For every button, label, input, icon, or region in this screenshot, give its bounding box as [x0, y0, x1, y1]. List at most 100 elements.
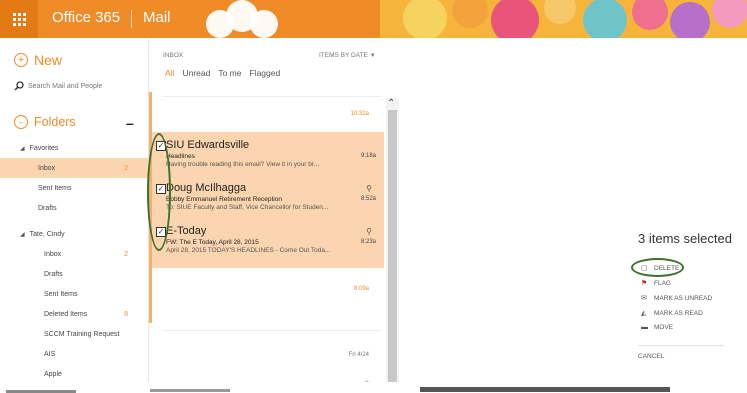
folder-account-tate-cindy[interactable]: ◢ Tate, Cindy [0, 224, 148, 244]
folder-label: Favorites [29, 144, 59, 152]
folder-inbox[interactable]: Inbox 2 [0, 244, 148, 264]
plus-circle-icon: + [14, 53, 28, 67]
folder-label: AIS [44, 350, 56, 358]
folder-label: Inbox [44, 250, 62, 258]
folder-label: Apple [44, 370, 62, 378]
list-item[interactable]: ✓ Doug McIlhagga Bobby Emmanuel Retireme… [152, 181, 384, 223]
header-decoration [206, 0, 747, 38]
divider [638, 345, 724, 346]
top-bar: Office 365 Mail [0, 0, 747, 38]
message-list-pane: INBOX ITEMS BY DATE ▼ All Unread To me F… [149, 38, 399, 393]
message-subject: FW: The E Today, April 28, 2015 [166, 239, 259, 246]
folder-label: Tate, Cindy [29, 230, 65, 238]
action-label: CANCEL [638, 353, 665, 360]
folder-label: SCCM Training Request [44, 330, 120, 338]
folder-inbox-favorite[interactable]: Inbox 2 [0, 158, 148, 178]
folder-icon: ▬ [641, 324, 648, 331]
folders-header[interactable]: ← Folders [14, 115, 76, 129]
divider [163, 330, 381, 331]
folder-deleted-items[interactable]: Deleted Items 8 [0, 304, 148, 324]
unread-count: 8 [124, 310, 128, 318]
message-time: 8:09a [353, 286, 369, 292]
folders-label: Folders [34, 115, 76, 129]
message-subject: Headlines [166, 153, 195, 160]
folder-sent-items-favorite[interactable]: Sent Items [0, 178, 148, 198]
flag-button[interactable]: ⚑ FLAG [641, 279, 671, 288]
move-button[interactable]: ▬ MOVE [641, 324, 673, 331]
cancel-button[interactable]: CANCEL [638, 353, 664, 360]
selection-count: 3 items selected [638, 231, 732, 246]
action-label: MOVE [654, 324, 674, 331]
expand-triangle-icon[interactable]: ◢ [20, 231, 25, 238]
envelope-icon: ✉ [641, 295, 647, 302]
filter-unread[interactable]: Unread [182, 68, 210, 78]
list-item[interactable]: ✓ E-Today FW: The E Today, April 28, 201… [152, 224, 384, 266]
message-time: 9:18a [360, 153, 376, 159]
collapse-folders-button[interactable]: – [126, 115, 134, 131]
header-separator [131, 10, 132, 28]
flag-icon: ⚑ [641, 280, 648, 287]
search-placeholder: Search Mail and People [28, 82, 103, 90]
action-label: FLAG [654, 279, 671, 287]
folder-drafts[interactable]: Drafts [0, 264, 148, 284]
folder-tree: ◢ Favorites Inbox 2 Sent Items Drafts ◢ … [0, 138, 148, 384]
annotation-oval-checkboxes [147, 133, 171, 251]
app-launcher-button[interactable] [0, 0, 38, 38]
unread-count: 2 [124, 250, 128, 258]
message-subject: Bobby Emmanuel Retirement Reception [166, 196, 282, 203]
sort-dropdown[interactable]: ITEMS BY DATE ▼ [319, 52, 376, 59]
folder-sent-items[interactable]: Sent Items [0, 284, 148, 304]
mark-as-unread-button[interactable]: ✉ MARK AS UNREAD [641, 294, 713, 303]
expand-triangle-icon[interactable]: ◢ [20, 145, 25, 152]
action-label: MARK AS READ [654, 309, 703, 317]
folder-label: Inbox [38, 164, 56, 172]
back-arrow-icon: ← [14, 115, 28, 129]
folder-apple[interactable]: Apple [0, 364, 148, 384]
new-button[interactable]: + New [14, 52, 62, 68]
cropped-content-fragments [6, 387, 670, 393]
folder-label: Drafts [44, 270, 63, 278]
annotation-oval-delete [631, 258, 684, 277]
mark-as-read-button[interactable]: ◭ MARK AS READ [641, 309, 703, 318]
list-item[interactable]: ✓ SIU Edwardsville Headlines Having trou… [152, 138, 384, 180]
message-preview: April 28, 2015 TODAY'S HEADLINES - Come … [166, 247, 331, 254]
office365-brand[interactable]: Office 365 [52, 9, 120, 26]
attachment-icon: ⚲ [366, 227, 372, 236]
reading-pane: 3 items selected ▢ DELETE ⚑ FLAG ✉ MARK … [400, 38, 747, 393]
search-icon [14, 81, 24, 91]
action-label: MARK AS UNREAD [654, 294, 713, 302]
cropped-bottom-strip [0, 382, 747, 393]
folder-sccm-training-request[interactable]: SCCM Training Request [0, 324, 148, 344]
scrollbar-thumb[interactable] [388, 110, 397, 393]
filter-flagged[interactable]: Flagged [250, 68, 281, 78]
folder-label: Sent Items [44, 290, 78, 298]
message-time: 8:52a [360, 196, 376, 202]
scroll-up-arrow-icon[interactable]: ⌃ [387, 98, 395, 109]
new-label: New [34, 52, 63, 68]
sender-name: Doug McIlhagga [166, 182, 247, 194]
folder-label: Deleted Items [44, 310, 88, 318]
message-preview: To: SIUE Faculty and Staff, Vice Chancel… [166, 204, 329, 211]
list-title: INBOX [163, 52, 184, 59]
folder-drafts-favorite[interactable]: Drafts [0, 198, 148, 218]
date-group-label: Fri 4/24 [348, 352, 369, 358]
open-envelope-icon: ◭ [641, 310, 647, 317]
folder-favorites[interactable]: ◢ Favorites [0, 138, 148, 158]
message-preview: Having trouble reading this email? View … [166, 161, 320, 168]
chevron-down-icon: ▼ [369, 53, 376, 59]
sender-name: E-Today [166, 225, 207, 237]
search-input[interactable]: Search Mail and People [14, 78, 136, 94]
unread-count: 2 [124, 164, 128, 172]
message-time: 10:32a [350, 111, 369, 117]
left-nav-pane: + New Search Mail and People ← Folders –… [0, 38, 149, 393]
folder-label: Drafts [38, 204, 57, 212]
sender-name: SIU Edwardsville [166, 139, 250, 151]
filter-all[interactable]: All [165, 68, 174, 78]
message-time: 8:23a [360, 239, 376, 245]
filter-to-me[interactable]: To me [218, 68, 241, 78]
sort-label: ITEMS BY DATE [319, 52, 368, 59]
attachment-icon: ⚲ [366, 184, 372, 193]
divider [163, 96, 381, 97]
folder-ais[interactable]: AIS [0, 344, 148, 364]
filter-bar: All Unread To me Flagged [165, 68, 280, 78]
